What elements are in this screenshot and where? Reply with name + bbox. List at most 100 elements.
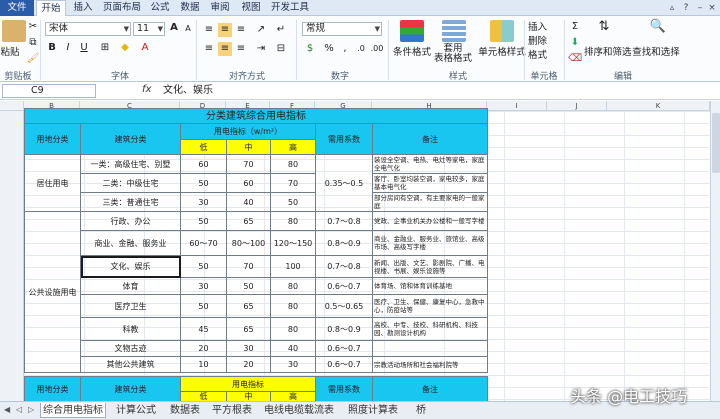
building-cell[interactable]: 一类：高级住宅、别墅 [80,154,181,174]
select-all-corner[interactable] [0,101,24,111]
demand-cell[interactable]: 0.5～0.65 [315,294,373,318]
low-cell[interactable]: 50 [180,173,227,193]
paste-icon[interactable] [2,20,26,42]
high-cell[interactable]: 120～150 [270,230,316,256]
align-right-icon[interactable]: ≡ [234,42,248,56]
paste-button[interactable]: 粘贴 [0,44,20,58]
conditional-format-button[interactable]: 条件格式 [392,44,432,58]
align-middle-icon[interactable]: ≡ [218,23,232,37]
building-cell[interactable]: 二类：中级住宅 [80,173,181,193]
remark-cell[interactable]: 客厅、卧室均装空调，家电较多，家庭基本电气化 [372,173,488,193]
sheet-tab[interactable]: 计算公式 [114,403,158,418]
cell-styles-icon[interactable] [490,20,514,42]
find-select-icon[interactable]: 🔍 [648,20,668,34]
font-size-select[interactable]: 11 ▼ [133,22,165,36]
percent-icon[interactable]: % [322,42,336,56]
fill-color-icon[interactable]: ◆ [118,41,132,55]
sheet-tab[interactable]: 照度计算表 [346,403,400,418]
low-cell[interactable]: 10 [180,356,227,373]
help-icon[interactable]: ? [680,2,692,14]
font-color-icon[interactable]: A [138,41,152,55]
conditional-format-icon[interactable] [400,20,424,42]
tab-page-layout[interactable]: 页面布局 [100,0,144,16]
building-cell[interactable]: 文化、娱乐 [80,255,181,278]
building-cell[interactable]: 三类：普通住宅 [80,192,181,212]
find-select-button[interactable]: 查找和选择 [632,44,680,58]
insert-cells-button[interactable]: 插入 [528,19,558,33]
name-box[interactable]: C9 [2,84,96,98]
high-cell[interactable]: 70 [270,173,316,193]
mid-cell[interactable]: 65 [226,294,271,318]
mid-cell[interactable]: 30 [226,340,271,357]
sort-filter-button[interactable]: 排序和筛选 [584,44,632,58]
tab-insert[interactable]: 插入 [68,0,98,16]
remark-cell[interactable]: 医疗、卫生、保健、康复中心，急救中心，防疫站等 [372,294,488,318]
building-cell[interactable]: 体育 [80,277,181,295]
number-format-select[interactable]: 常规 ▼ [302,22,382,36]
mid-cell[interactable]: 80～100 [226,230,271,256]
tab-formulas[interactable]: 公式 [146,0,174,16]
remark-cell[interactable]: 商业、金融业、服务业、旅馆业、高级市场、高级写字楼 [372,230,488,256]
demand-cell[interactable]: 0.8～0.9 [315,230,373,256]
remark-cell[interactable]: 宗教活动场所和社会福利院等 [372,356,488,373]
high-cell[interactable]: 80 [270,154,316,174]
bold-button[interactable]: B [46,41,58,55]
minimize-icon[interactable]: – [694,2,706,14]
decrease-decimal-icon[interactable]: .00 [370,42,384,56]
first-sheet-icon[interactable]: ◀ [4,405,10,414]
sheet-tab[interactable]: 桥 [414,403,428,418]
remark-cell[interactable]: 党政、企事业机关办公楼和一般写字楼 [372,211,488,231]
comma-style-icon[interactable]: , [338,42,352,56]
high-cell[interactable]: 100 [270,255,316,278]
building-cell[interactable]: 文物古迹 [80,340,181,357]
mid-cell[interactable]: 40 [226,192,271,212]
close-icon[interactable]: × [706,2,718,14]
grow-font-button[interactable]: A [168,21,180,35]
high-cell[interactable]: 80 [270,317,316,341]
mid-cell[interactable]: 70 [226,154,271,174]
mid-cell[interactable]: 65 [226,317,271,341]
tab-review[interactable]: 审阅 [206,0,234,16]
format-painter-icon[interactable]: 🖌 [26,52,40,66]
high-cell[interactable]: 30 [270,356,316,373]
underline-button[interactable]: U [78,41,90,55]
align-left-icon[interactable]: ≡ [202,42,216,56]
sort-filter-icon[interactable]: ⇅ [594,20,614,34]
building-cell[interactable]: 科教 [80,317,181,341]
group-cell-residential[interactable]: 居住用电 [24,154,81,212]
ribbon-collapse-icon[interactable]: ▵ [666,2,678,14]
vertical-scrollbar[interactable] [710,101,720,401]
column-header[interactable]: J [547,101,607,111]
format-as-table-icon[interactable] [442,20,466,42]
sheet-tab[interactable]: 数据表 [168,403,202,418]
tab-view[interactable]: 视图 [236,0,266,16]
align-top-icon[interactable]: ≡ [202,23,216,37]
building-cell[interactable]: 其他公共建筑 [80,356,181,373]
low-cell[interactable]: 50 [180,211,227,231]
mid-cell[interactable]: 65 [226,211,271,231]
borders-icon[interactable]: ⊞ [98,41,112,55]
high-cell[interactable]: 80 [270,211,316,231]
low-cell[interactable]: 60 [180,154,227,174]
demand-cell[interactable]: 0.6～0.7 [315,356,373,373]
prev-sheet-icon[interactable]: ◁ [16,405,22,414]
increase-decimal-icon[interactable]: .0 [354,42,368,56]
align-center-icon[interactable]: ≡ [218,42,232,56]
low-cell[interactable]: 45 [180,317,227,341]
demand-cell[interactable]: 0.7～0.8 [315,211,373,231]
demand-cell[interactable]: 0.35～0.5 [315,154,373,212]
column-header[interactable]: K [607,101,710,111]
group-cell-public[interactable]: 公共设施用电 [24,211,81,373]
low-cell[interactable]: 30 [180,277,227,295]
tab-home[interactable]: 开始 [36,0,66,17]
text-orientation-icon[interactable]: ↗ [254,23,268,37]
clear-icon[interactable]: ⌫ [568,52,582,66]
remark-cell[interactable]: 部分房间有空调，有主要家电的一般家庭 [372,192,488,212]
remark-cell[interactable] [372,340,488,357]
high-cell[interactable]: 80 [270,277,316,295]
formula-input[interactable]: 文化、娱乐 [163,84,213,98]
building-cell[interactable]: 医疗卫生 [80,294,181,318]
copy-icon[interactable]: ⧉ [26,36,40,50]
row-header-strip[interactable] [0,111,24,401]
italic-button[interactable]: I [62,41,74,55]
